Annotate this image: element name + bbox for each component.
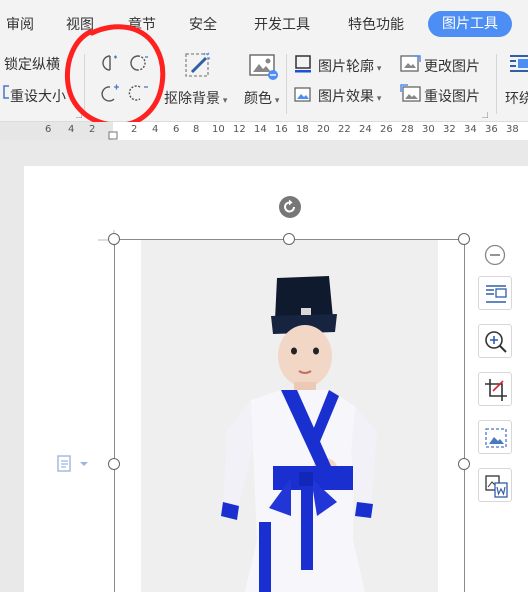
picture-effects-button[interactable]: 图片效果 ▾ — [318, 86, 381, 106]
tab-features[interactable]: 特色功能 — [348, 14, 404, 34]
ruler-number: 32 — [443, 124, 456, 135]
ruler-number: 16 — [275, 124, 288, 135]
picture-outline-button[interactable]: 图片轮廓 ▾ — [318, 56, 381, 76]
change-picture-icon — [400, 55, 421, 72]
wrap-text-icon — [486, 285, 507, 303]
ruler-number: 20 — [317, 124, 330, 135]
remove-background-button[interactable]: 抠除背景 ▾ — [164, 88, 227, 108]
ruler-number: 14 — [254, 124, 267, 135]
group-divider — [286, 54, 287, 114]
ruler-number: 4 — [152, 124, 159, 135]
color-label: 颜色 — [244, 91, 272, 107]
magic-wand-icon — [185, 52, 211, 77]
ruler-number: 6 — [45, 124, 52, 135]
selection-frame — [114, 239, 465, 592]
group-expand-icon[interactable] — [482, 112, 488, 118]
tab-security[interactable]: 安全 — [189, 14, 217, 34]
ruler-number: 6 — [173, 124, 180, 135]
ruler-number: 26 — [380, 124, 393, 135]
tab-review[interactable]: 审阅 — [6, 14, 34, 34]
ruler-number: 18 — [296, 124, 309, 135]
ruler-number: 22 — [338, 124, 351, 135]
zoom-picture-button[interactable] — [478, 324, 512, 358]
picture-effects-label: 图片效果 — [318, 89, 374, 105]
resize-handle-top-left[interactable] — [108, 233, 120, 245]
tab-picture-tools[interactable]: 图片工具 — [428, 11, 512, 37]
text-wrap-icon — [510, 55, 528, 72]
crop-icon — [485, 379, 507, 401]
resize-icon — [3, 85, 9, 99]
ruler-number: 24 — [359, 124, 372, 135]
crop-picture-button[interactable] — [478, 372, 512, 406]
reset-size-button[interactable]: 重设大小 — [10, 86, 66, 106]
ruler-number: 2 — [89, 124, 96, 135]
picture-outline-icon — [295, 55, 311, 73]
layout-option-button[interactable] — [478, 276, 512, 310]
ruler-number: 30 — [422, 124, 435, 135]
indent-marker-icon[interactable] — [108, 130, 118, 140]
resize-handle-right[interactable] — [458, 458, 470, 470]
picture-to-text-button[interactable] — [478, 420, 512, 454]
lock-aspect-ratio-button[interactable]: 锁定纵横 — [4, 54, 60, 74]
picture-frame-icon — [485, 428, 507, 448]
resize-handle-top[interactable] — [283, 233, 295, 245]
color-button[interactable]: 颜色 ▾ — [244, 88, 279, 108]
ruler-number: 34 — [464, 124, 477, 135]
convert-to-word-button[interactable] — [478, 468, 512, 502]
ruler-number: 8 — [193, 124, 200, 135]
image-to-doc-icon — [485, 475, 508, 498]
picture-effects-icon — [294, 87, 311, 102]
zoom-in-icon — [485, 331, 507, 353]
picture-outline-label: 图片轮廓 — [318, 59, 374, 75]
horizontal-ruler[interactable]: 6 4 2 2 4 6 8 10 12 14 16 18 20 22 24 26… — [0, 122, 528, 140]
group-divider — [496, 54, 497, 114]
ruler-number: 38 — [506, 124, 519, 135]
ruler-number: 2 — [131, 124, 138, 135]
ruler-number: 10 — [212, 124, 225, 135]
picture-color-icon — [249, 54, 278, 80]
change-picture-button[interactable]: 更改图片 — [424, 56, 480, 76]
ruler-number: 12 — [233, 124, 246, 135]
text-wrap-button[interactable]: 环绕 — [505, 88, 528, 108]
collapse-toolbar-icon[interactable] — [484, 244, 506, 266]
resize-handle-top-right[interactable] — [458, 233, 470, 245]
annotation-circle — [64, 24, 166, 128]
remove-background-label: 抠除背景 — [164, 91, 220, 107]
resize-handle-left[interactable] — [108, 458, 120, 470]
tab-developer[interactable]: 开发工具 — [254, 14, 310, 34]
reset-picture-icon — [400, 84, 421, 102]
rotate-handle-icon[interactable] — [278, 195, 302, 219]
reset-picture-button[interactable]: 重设图片 — [424, 86, 480, 106]
layout-options-icon[interactable] — [56, 454, 90, 474]
ruler-number: 36 — [485, 124, 498, 135]
ruler-number: 4 — [68, 124, 75, 135]
ruler-number: 28 — [401, 124, 414, 135]
